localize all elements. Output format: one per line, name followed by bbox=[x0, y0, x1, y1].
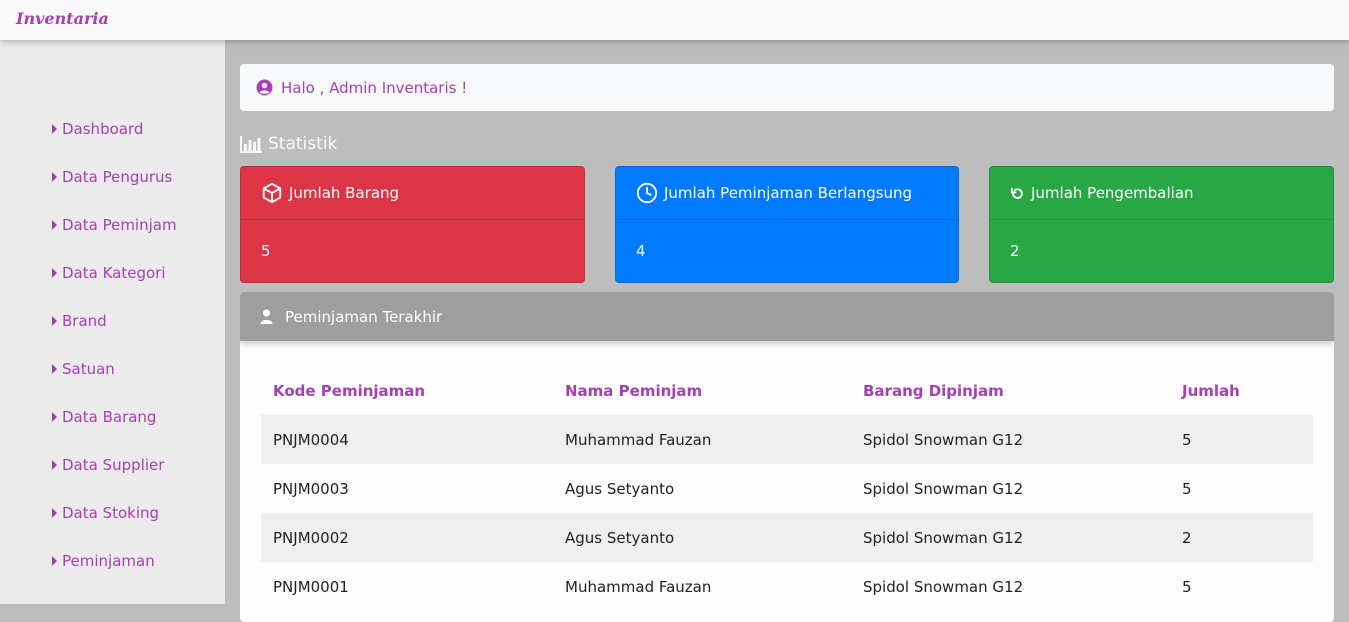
sidebar-item-satuan[interactable]: Satuan bbox=[52, 357, 115, 381]
caret-right-icon bbox=[52, 364, 57, 374]
sidebar-item-label: Data Pengurus bbox=[62, 168, 173, 186]
caret-right-icon bbox=[52, 268, 57, 278]
table-cell: Spidol Snowman G12 bbox=[851, 415, 1170, 464]
sidebar-item-data-pengurus[interactable]: Data Pengurus bbox=[52, 165, 172, 189]
greeting-text: Halo , Admin Inventaris ! bbox=[281, 78, 468, 97]
clock-icon bbox=[636, 182, 658, 204]
sidebar-item-dashboard[interactable]: Dashboard bbox=[52, 117, 143, 141]
sidebar-item-data-kategori[interactable]: Data Kategori bbox=[52, 261, 166, 285]
stat-card-value: 5 bbox=[261, 242, 271, 260]
sidebar-item-brand[interactable]: Brand bbox=[52, 309, 107, 333]
stat-card-pengembalian: Jumlah Pengembalian 2 bbox=[989, 166, 1334, 283]
column-header: Barang Dipinjam bbox=[851, 367, 1170, 415]
table-cell: PNJM0002 bbox=[261, 513, 553, 562]
table-cell: 2 bbox=[1170, 513, 1313, 562]
sidebar-item-label: Data Kategori bbox=[62, 264, 166, 282]
sidebar-item-label: Peminjaman bbox=[62, 552, 155, 570]
box-icon bbox=[261, 182, 283, 204]
recent-loans-table: Kode Peminjaman Nama Peminjam Barang Dip… bbox=[261, 367, 1313, 611]
stat-card-value: 2 bbox=[1010, 242, 1020, 260]
caret-right-icon bbox=[52, 316, 57, 326]
stat-card-jumlah-barang: Jumlah Barang 5 bbox=[240, 166, 585, 283]
table-cell: Agus Setyanto bbox=[553, 464, 851, 513]
table-cell: Muhammad Fauzan bbox=[553, 415, 851, 464]
sidebar-item-label: Data Supplier bbox=[62, 456, 165, 474]
caret-right-icon bbox=[52, 412, 57, 422]
sidebar-item-label: Data Stoking bbox=[62, 504, 160, 522]
undo-icon bbox=[1010, 186, 1025, 201]
user-icon bbox=[260, 309, 273, 324]
caret-right-icon bbox=[52, 220, 57, 230]
column-header: Nama Peminjam bbox=[553, 367, 851, 415]
top-navbar: Inventaria bbox=[0, 0, 1349, 40]
sidebar-item-label: Dashboard bbox=[62, 120, 144, 138]
user-circle-icon bbox=[256, 79, 273, 96]
app-logo[interactable]: Inventaria bbox=[16, 9, 109, 28]
sidebar-item-label: Satuan bbox=[62, 360, 115, 378]
sidebar-item-label: Brand bbox=[62, 312, 107, 330]
table-cell: 5 bbox=[1170, 415, 1313, 464]
caret-right-icon bbox=[52, 508, 57, 518]
main-content: Halo , Admin Inventaris ! Statistik Juml… bbox=[225, 40, 1349, 622]
caret-right-icon bbox=[52, 460, 57, 470]
table-header-row: Kode Peminjaman Nama Peminjam Barang Dip… bbox=[261, 367, 1313, 415]
sidebar-item-label: Data Barang bbox=[62, 408, 157, 426]
statistics-heading: Statistik bbox=[240, 134, 337, 154]
caret-right-icon bbox=[52, 172, 57, 182]
column-header: Kode Peminjaman bbox=[261, 367, 553, 415]
table-cell: Agus Setyanto bbox=[553, 513, 851, 562]
stat-card-value: 4 bbox=[636, 242, 646, 260]
sidebar-item-data-supplier[interactable]: Data Supplier bbox=[52, 453, 164, 477]
table-cell: Spidol Snowman G12 bbox=[851, 464, 1170, 513]
table-row: PNJM0002 Agus Setyanto Spidol Snowman G1… bbox=[261, 513, 1313, 562]
caret-right-icon bbox=[52, 124, 57, 134]
panel-title: Peminjaman Terakhir bbox=[285, 307, 443, 326]
stat-card-label: Jumlah Peminjaman Berlangsung bbox=[664, 184, 913, 202]
sidebar-item-data-stoking[interactable]: Data Stoking bbox=[52, 501, 159, 525]
sidebar-item-data-barang[interactable]: Data Barang bbox=[52, 405, 156, 429]
stat-card-label: Jumlah Barang bbox=[289, 184, 400, 202]
table-row: PNJM0004 Muhammad Fauzan Spidol Snowman … bbox=[261, 415, 1313, 464]
recent-loans-panel: Peminjaman Terakhir Kode Peminjaman Nama… bbox=[240, 292, 1334, 622]
greeting-alert: Halo , Admin Inventaris ! bbox=[240, 64, 1334, 111]
caret-right-icon bbox=[52, 556, 57, 566]
table-row: PNJM0003 Agus Setyanto Spidol Snowman G1… bbox=[261, 464, 1313, 513]
bar-chart-icon bbox=[240, 135, 262, 153]
column-header: Jumlah bbox=[1170, 367, 1313, 415]
panel-header: Peminjaman Terakhir bbox=[240, 292, 1334, 341]
table-cell: PNJM0004 bbox=[261, 415, 553, 464]
stat-card-label: Jumlah Pengembalian bbox=[1031, 184, 1194, 202]
sidebar: Dashboard Data Pengurus Data Peminjam Da… bbox=[0, 40, 225, 604]
sidebar-item-data-peminjam[interactable]: Data Peminjam bbox=[52, 213, 177, 237]
table-cell: Spidol Snowman G12 bbox=[851, 513, 1170, 562]
sidebar-item-label: Data Peminjam bbox=[62, 216, 177, 234]
sidebar-item-peminjaman[interactable]: Peminjaman bbox=[52, 549, 155, 573]
statistics-title: Statistik bbox=[268, 134, 338, 154]
table-cell: 5 bbox=[1170, 464, 1313, 513]
table-cell: PNJM0003 bbox=[261, 464, 553, 513]
stat-card-peminjaman-berlangsung: Jumlah Peminjaman Berlangsung 4 bbox=[615, 166, 959, 283]
